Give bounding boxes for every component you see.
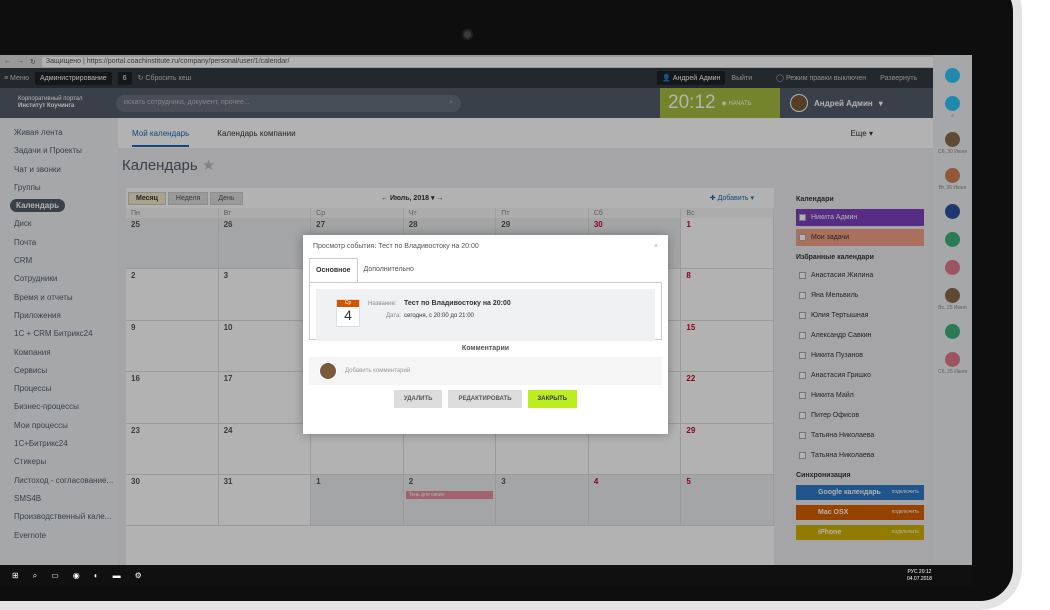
dialog-buttons: УДАЛИТЬ РЕДАКТИРОВАТЬ ЗАКРЫТЬ <box>303 390 668 408</box>
calendar-icon-num: 4 <box>344 307 352 323</box>
date-label: Дата: <box>386 313 401 319</box>
avatar <box>319 362 337 380</box>
event-details: Ср 4 Название: Тест по Владивостоку на 20… <box>309 282 662 341</box>
firefox-icon[interactable]: ◐ <box>94 571 99 580</box>
chrome-icon[interactable]: ◉ <box>73 571 80 580</box>
close-button[interactable]: ЗАКРЫТЬ <box>527 390 578 408</box>
event-view-dialog: Просмотр события: Тест по Владивостоку н… <box>303 235 668 434</box>
tab-main[interactable]: Основное <box>309 258 358 282</box>
tray-time: 20:12 <box>918 568 932 575</box>
taskview-icon[interactable]: ▭ <box>51 571 59 580</box>
event-info: Ср 4 Название: Тест по Владивостоку на 20… <box>316 289 655 341</box>
taskbar: ⊞ ⌕ ▭ ◉ ◐ ▬ ⚙ РУС 20:12 04.07.2018 <box>0 565 972 586</box>
search-icon[interactable]: ⌕ <box>33 571 37 581</box>
event-name: Тест по Владивостоку на 20:00 <box>404 300 511 307</box>
calendar-icon-day: Ср <box>337 300 359 307</box>
windows-icon[interactable]: ⊞ <box>12 571 19 580</box>
tray-clock[interactable]: РУС 20:12 04.07.2018 <box>907 569 932 583</box>
dialog-tabs: Основное Дополнительно <box>309 258 668 282</box>
event-date: сегодня, с 20:00 до 21:00 <box>404 313 474 319</box>
edit-button[interactable]: РЕДАКТИРОВАТЬ <box>448 390 522 408</box>
comments-title: Комментарии <box>461 345 510 352</box>
settings-icon[interactable]: ⚙ <box>135 571 142 580</box>
tray-date: 04.07.2018 <box>906 575 932 582</box>
folder-icon[interactable]: ▬ <box>113 571 121 580</box>
dialog-title: Просмотр события: Тест по Владивостоку н… <box>313 243 479 250</box>
tab-extra[interactable]: Дополнительно <box>358 258 420 282</box>
calendar-icon: Ср 4 <box>336 299 360 327</box>
comment-placeholder: Добавить комментарий <box>345 368 411 374</box>
comment-input[interactable]: Добавить комментарий <box>309 357 662 385</box>
tray-lang: РУС <box>907 568 918 575</box>
delete-button[interactable]: УДАЛИТЬ <box>393 390 443 408</box>
close-icon[interactable]: × <box>654 243 658 250</box>
webcam <box>462 29 473 40</box>
name-label: Название: <box>368 301 397 307</box>
